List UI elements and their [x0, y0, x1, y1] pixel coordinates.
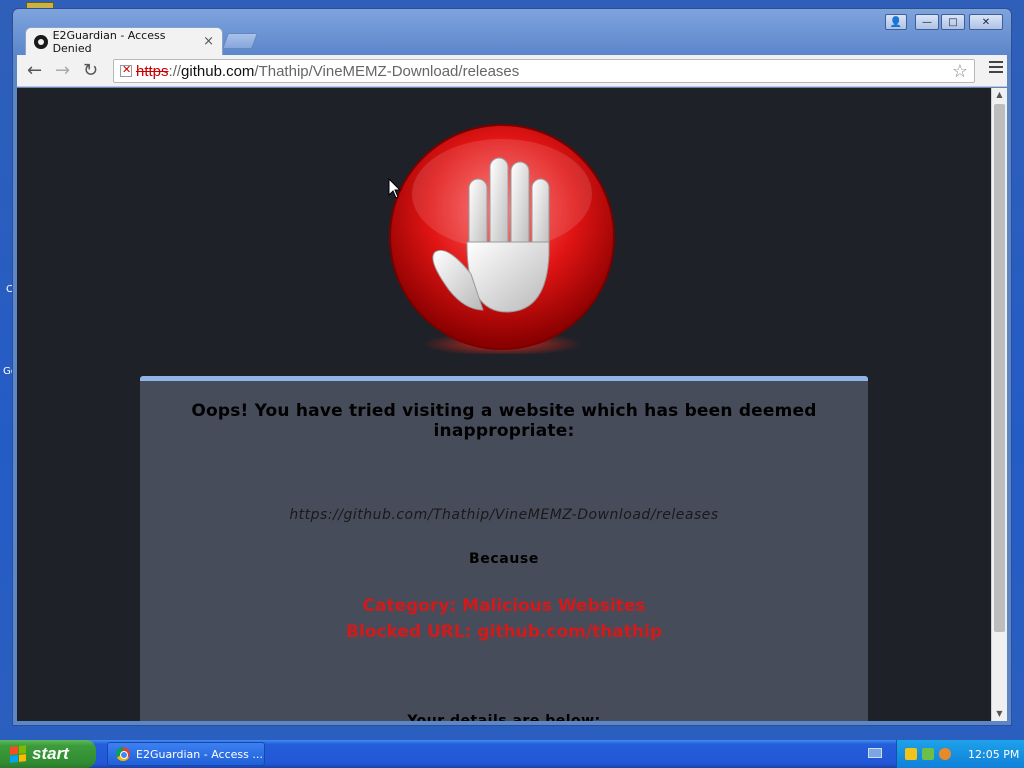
block-message-panel: Oops! You have tried visiting a website …	[140, 376, 868, 721]
chrome-icon	[116, 747, 130, 761]
tab-close-icon[interactable]: ×	[203, 34, 214, 49]
because-label: Because	[469, 551, 539, 567]
start-label: start	[32, 744, 69, 763]
tab-title: E2Guardian - Access Denied	[52, 28, 166, 55]
security-shield-icon[interactable]	[905, 748, 917, 760]
page-title: Oops! You have tried visiting a website …	[191, 401, 817, 441]
scroll-down-arrow-icon[interactable]: ▼	[992, 707, 1007, 721]
start-button[interactable]: start	[0, 740, 96, 768]
details-heading: Your details are below:	[407, 713, 601, 721]
url-scheme: https	[136, 62, 169, 80]
user-profile-button[interactable]: 👤	[885, 14, 907, 30]
address-bar[interactable]: https :// github.com /Thathip/VineMEMZ-D…	[113, 59, 975, 83]
forward-arrow-icon[interactable]: →	[55, 61, 70, 81]
browser-toolbar: ← → ↻ https :// github.com /Thathip/Vine…	[17, 55, 1007, 87]
close-window-button[interactable]: ✕	[969, 14, 1003, 30]
taskbar-item-label: E2Guardian - Access ...	[136, 747, 263, 761]
vertical-scrollbar[interactable]: ▲ ▼	[991, 88, 1007, 721]
system-tray: 12:05 PM	[896, 740, 1024, 768]
block-rule: Blocked URL: github.com/thathip	[345, 622, 662, 642]
browser-window: 👤 — □ ✕ E2Guardian - Access Denied × ← →…	[12, 8, 1012, 726]
windows-logo-icon	[10, 745, 26, 763]
page-content: Oops! You have tried visiting a website …	[17, 88, 991, 721]
bookmark-star-icon[interactable]: ☆	[952, 61, 968, 82]
minimize-button[interactable]: —	[915, 14, 939, 30]
url-host: github.com	[181, 62, 255, 80]
keyboard-icon[interactable]	[868, 748, 882, 758]
title-bar[interactable]: 👤 — □ ✕ E2Guardian - Access Denied ×	[13, 9, 1011, 57]
back-arrow-icon[interactable]: ←	[27, 61, 42, 81]
block-category: Category: Malicious Websites	[362, 596, 646, 616]
url-separator: ://	[168, 62, 182, 80]
network-icon[interactable]	[922, 748, 934, 760]
maximize-button[interactable]: □	[941, 14, 965, 30]
chrome-menu-icon[interactable]	[989, 61, 1003, 75]
scroll-thumb[interactable]	[994, 104, 1005, 632]
taskbar: start E2Guardian - Access ... 12:05 PM	[0, 740, 1024, 768]
new-tab-button[interactable]	[222, 33, 258, 49]
reload-icon[interactable]: ↻	[83, 61, 98, 81]
blocked-url-text: https://github.com/Thathip/VineMEMZ-Down…	[289, 507, 719, 523]
url-path: /Thathip/VineMEMZ-Download/releases	[254, 62, 520, 80]
search-icon[interactable]	[939, 748, 951, 760]
clock[interactable]: 12:05 PM	[968, 748, 1019, 761]
stop-hand-icon	[389, 124, 615, 354]
scroll-up-arrow-icon[interactable]: ▲	[992, 88, 1007, 102]
taskbar-item-browser[interactable]: E2Guardian - Access ...	[107, 742, 265, 766]
tab-e2guardian[interactable]: E2Guardian - Access Denied ×	[25, 27, 223, 55]
insecure-lock-icon[interactable]	[120, 63, 132, 77]
mouse-cursor-icon	[388, 178, 402, 199]
github-favicon-icon	[34, 34, 48, 49]
